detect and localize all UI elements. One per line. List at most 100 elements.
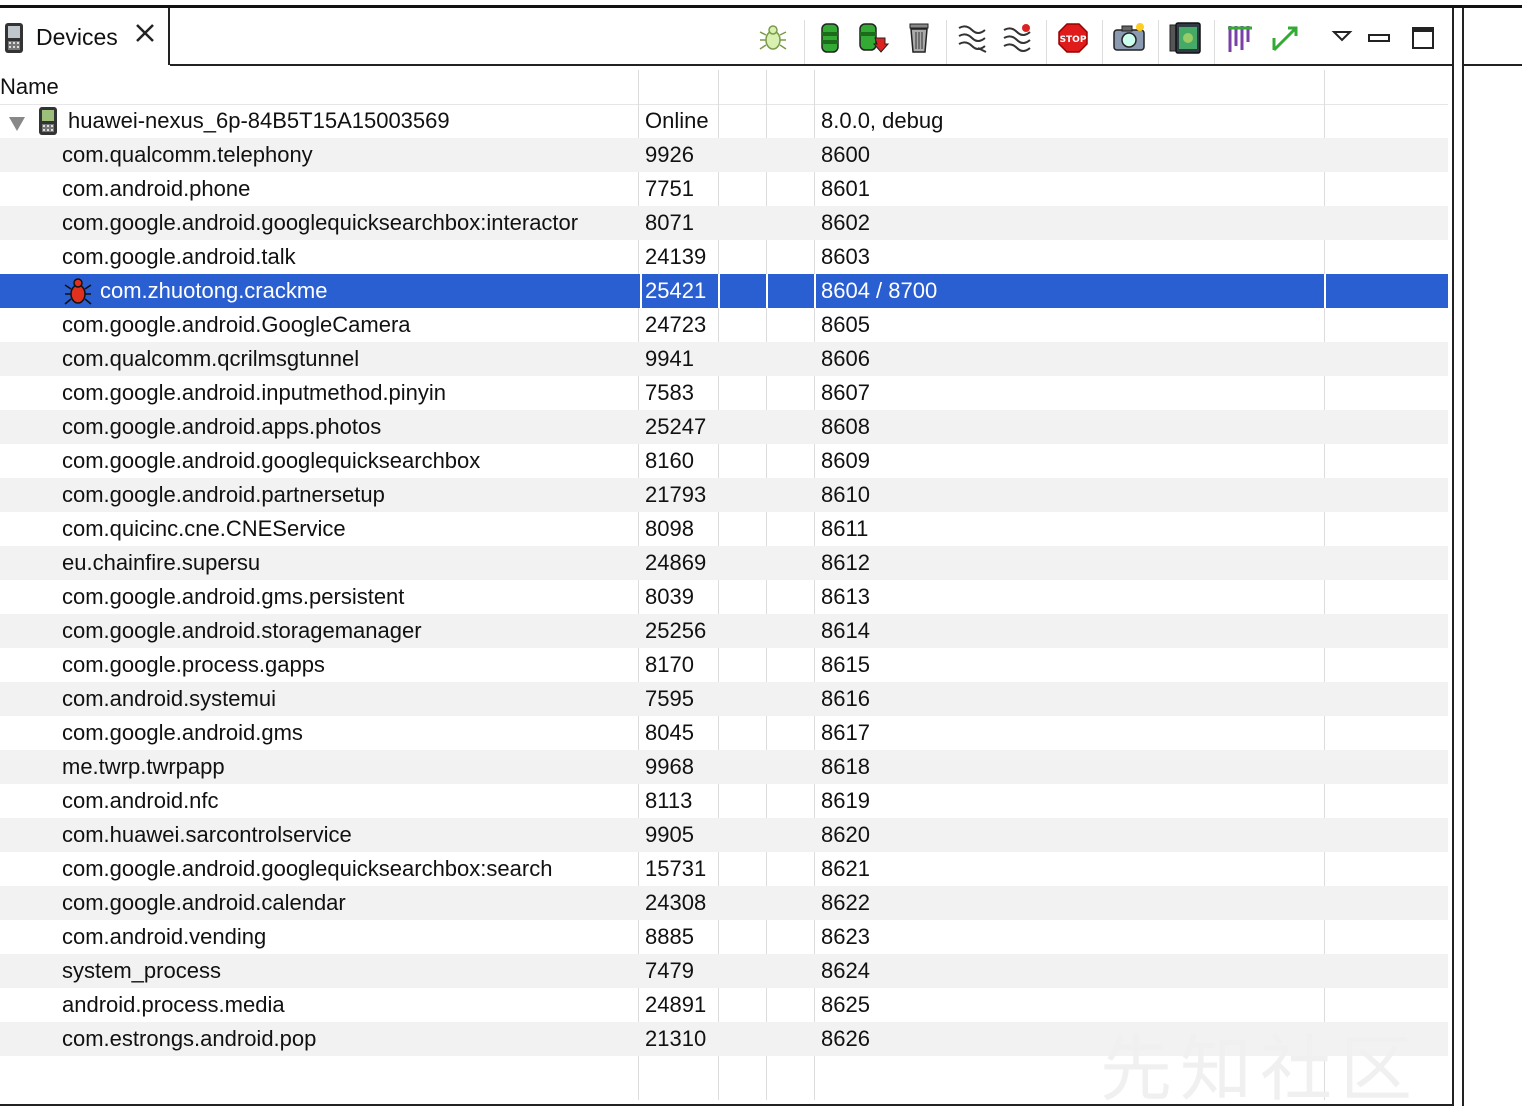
table-row[interactable]: com.google.android.GoogleCamera 24723 8605 — [0, 308, 1448, 342]
column-divider — [814, 274, 816, 308]
table-row[interactable]: eu.chainfire.supersu 24869 8612 — [0, 546, 1448, 580]
table-row-selected[interactable]: com.zhuotong.crackme 25421 8604 / 8700 — [0, 274, 1448, 308]
update-threads-icon[interactable] — [955, 20, 989, 56]
minimize-icon[interactable] — [1362, 20, 1396, 56]
close-tab-icon[interactable] — [134, 22, 156, 48]
process-debug-port: 8612 — [821, 550, 870, 575]
dump-view-hierarchy-icon[interactable] — [1168, 20, 1202, 56]
process-debug-port: 8600 — [821, 142, 870, 167]
column-divider — [1324, 274, 1326, 308]
process-debug-port: 8617 — [821, 720, 870, 745]
process-name: android.process.media — [62, 992, 285, 1017]
debug-process-icon[interactable] — [756, 20, 790, 56]
watermark: 先知社区 — [1100, 1030, 1421, 1110]
device-row[interactable]: huawei-nexus_6p-84B5T15A15003569 Online … — [0, 104, 1448, 138]
process-pid: 24308 — [645, 890, 707, 915]
table-row[interactable]: com.google.android.googlequicksearchbox:… — [0, 852, 1448, 886]
process-debug-port: 8616 — [821, 686, 870, 711]
column-header-name[interactable]: Name — [0, 74, 59, 100]
column-divider — [718, 274, 720, 308]
process-pid: 7479 — [645, 958, 694, 983]
process-debug-port: 8615 — [821, 652, 870, 677]
table-row[interactable]: com.google.android.storagemanager 25256 86… — [0, 614, 1448, 648]
process-pid: 8885 — [645, 924, 694, 949]
process-pid: 7595 — [645, 686, 694, 711]
table-row[interactable]: com.google.android.calendar 24308 8622 — [0, 886, 1448, 920]
process-name: com.android.nfc — [62, 788, 219, 813]
stop-process-icon[interactable]: STOP — [1056, 20, 1090, 56]
screen-capture-icon[interactable] — [1112, 20, 1146, 56]
table-row[interactable]: com.android.vending 8885 8623 — [0, 920, 1448, 954]
svg-text:STOP: STOP — [1060, 35, 1087, 45]
process-name: com.google.android.apps.photos — [62, 414, 382, 439]
systrace-icon[interactable] — [1224, 20, 1258, 56]
process-pid: 24723 — [645, 312, 707, 337]
process-pid: 8098 — [645, 516, 694, 541]
table-row[interactable]: me.twrp.twrpapp 9968 8618 — [0, 750, 1448, 784]
process-debug-port: 8626 — [821, 1026, 870, 1051]
process-name: com.google.android.googlequicksearchbox:… — [62, 210, 579, 235]
process-debug-port: 8610 — [821, 482, 870, 507]
table-row[interactable]: com.android.systemui 7595 8616 — [0, 682, 1448, 716]
process-debug-port: 8605 — [821, 312, 870, 337]
table-row[interactable]: com.google.android.apps.photos 25247 8608 — [0, 410, 1448, 444]
process-name: com.google.process.gapps — [62, 652, 325, 677]
devices-tab[interactable]: Devices — [0, 8, 170, 65]
cause-gc-icon[interactable] — [902, 20, 936, 56]
process-debug-port: 8608 — [821, 414, 870, 439]
toolbar-separator — [946, 20, 947, 64]
process-pid: 8170 — [645, 652, 694, 677]
maximize-icon[interactable] — [1406, 20, 1440, 56]
table-row[interactable]: com.huawei.sarcontrolservice 9905 8620 — [0, 818, 1448, 852]
table-row[interactable]: com.google.android.googlequicksearchbox:… — [0, 206, 1448, 240]
table-row[interactable]: com.android.nfc 8113 8619 — [0, 784, 1448, 818]
process-debug-port: 8622 — [821, 890, 870, 915]
process-pid: 7751 — [645, 176, 694, 201]
table-row[interactable]: com.google.android.gms.persistent 8039 861… — [0, 580, 1448, 614]
process-name: com.android.phone — [62, 176, 251, 201]
opengl-trace-icon[interactable] — [1268, 20, 1302, 56]
update-heap-icon[interactable] — [813, 20, 847, 56]
process-debug-port: 8607 — [821, 380, 870, 405]
process-debug-port: 8611 — [821, 516, 869, 541]
process-name: com.qualcomm.qcrilmsgtunnel — [62, 346, 360, 371]
process-debug-port: 8606 — [821, 346, 870, 371]
table-row[interactable]: com.google.android.talk 24139 8603 — [0, 240, 1448, 274]
toolbar-separator — [1214, 20, 1215, 64]
process-pid: 21793 — [645, 482, 707, 507]
table-row[interactable]: com.quicinc.cne.CNEService 8098 8611 — [0, 512, 1448, 546]
process-debug-port: 8604 / 8700 — [821, 278, 938, 303]
toolbar-separator — [1046, 20, 1047, 64]
table-row[interactable]: com.google.android.inputmethod.pinyin 758… — [0, 376, 1448, 410]
column-divider — [640, 274, 642, 308]
process-debug-port: 8620 — [821, 822, 870, 847]
devices-view: Devices STOP Name huawei-nexus_6p-84B5T1… — [0, 0, 1522, 1110]
process-name: com.huawei.sarcontrolservice — [62, 822, 352, 847]
view-menu-icon[interactable] — [1325, 20, 1359, 56]
table-row[interactable]: system_process 7479 8624 — [0, 954, 1448, 988]
process-name: system_process — [62, 958, 221, 983]
table-row[interactable]: com.google.android.googlequicksearchbox 8… — [0, 444, 1448, 478]
table-row[interactable]: com.qualcomm.telephony 9926 8600 — [0, 138, 1448, 172]
process-debug-port: 8614 — [821, 618, 870, 643]
adjacent-view-tabstrip — [1462, 64, 1522, 66]
process-name: com.zhuotong.crackme — [100, 278, 328, 303]
toolbar-separator — [804, 20, 805, 64]
table-row[interactable]: com.android.phone 7751 8601 — [0, 172, 1448, 206]
table-row[interactable]: com.google.android.partnersetup 21793 8610 — [0, 478, 1448, 512]
table-row[interactable]: com.google.process.gapps 8170 8615 — [0, 648, 1448, 682]
expand-triangle-icon[interactable] — [8, 112, 26, 138]
tabstrip-border — [170, 64, 1452, 66]
view-top-border — [0, 5, 1522, 8]
dump-hprof-icon[interactable] — [856, 20, 890, 56]
toolbar-separator — [1158, 20, 1159, 64]
process-pid: 9941 — [645, 346, 694, 371]
tab-title: Devices — [36, 24, 118, 50]
process-name: com.android.systemui — [62, 686, 276, 711]
process-debug-port: 8623 — [821, 924, 870, 949]
table-row[interactable]: com.qualcomm.qcrilmsgtunnel 9941 8606 — [0, 342, 1448, 376]
start-method-profiling-icon[interactable] — [1000, 20, 1034, 56]
table-row[interactable]: com.google.android.gms 8045 8617 — [0, 716, 1448, 750]
process-name: com.estrongs.android.pop — [62, 1026, 317, 1051]
process-pid: 25247 — [645, 414, 707, 439]
